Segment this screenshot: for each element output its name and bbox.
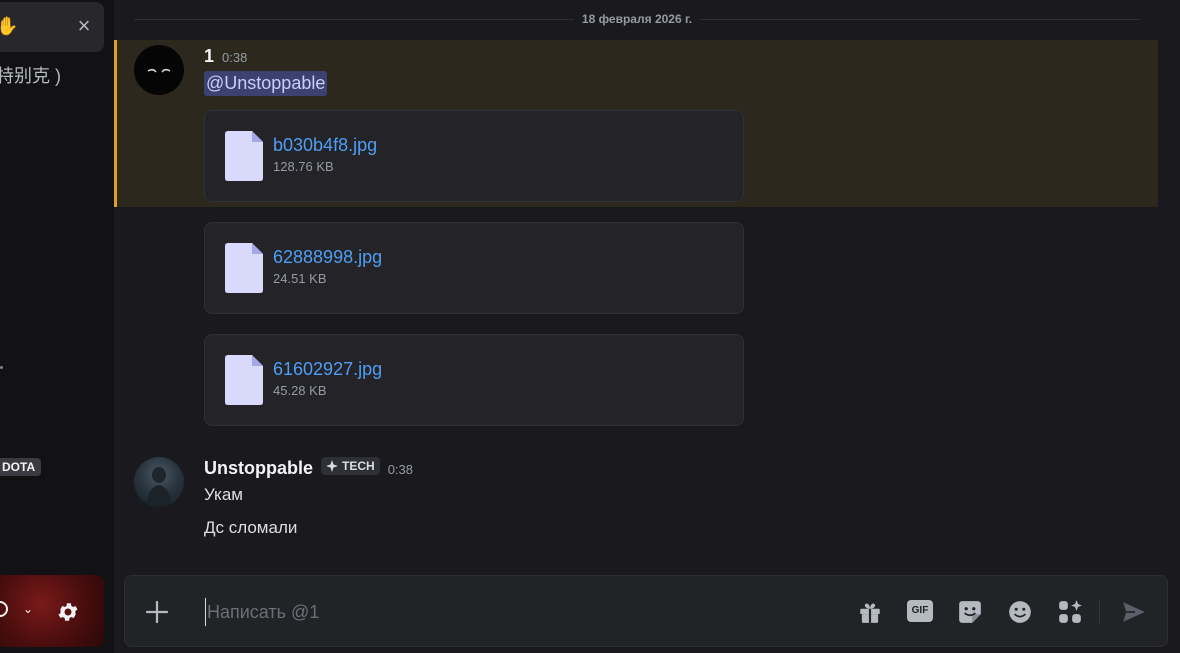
date-divider: 18 февраля 2026 г.: [134, 10, 1141, 28]
apps-icon[interactable]: [1057, 599, 1083, 625]
message-text: Укам: [204, 485, 243, 504]
file-link[interactable]: 62888998.jpg: [273, 247, 382, 268]
chat-area: 18 февраля 2026 г. 1 0:38 @Unstoppable b…: [114, 0, 1180, 653]
message-composer: GIF: [124, 575, 1168, 647]
message-timestamp: 0:38: [222, 50, 248, 65]
message-header: 1 0:38: [204, 46, 247, 67]
message-header: Unstoppable TECH 0:38: [204, 457, 413, 479]
file-icon: [225, 131, 263, 181]
headset-icon[interactable]: [0, 601, 8, 617]
tech-tag-icon: [326, 460, 339, 472]
file-icon: [225, 243, 263, 293]
sidebar: ✋ × 特别克 ) DOTA ⌄: [0, 0, 114, 653]
author-name[interactable]: Unstoppable: [204, 458, 313, 479]
user-panel: ⌄: [0, 575, 104, 647]
file-size: 24.51 KB: [273, 271, 327, 286]
close-dm-icon[interactable]: ×: [74, 15, 94, 37]
server-tag-badge: DOTA: [0, 458, 42, 476]
dm-list-item-name[interactable]: 特别克 ): [0, 62, 61, 88]
avatar[interactable]: [134, 45, 184, 95]
file-link[interactable]: b030b4f8.jpg: [273, 135, 377, 156]
settings-gear-icon[interactable]: [56, 600, 80, 624]
message-text: Дс сломали: [204, 518, 298, 537]
toolbar-divider: [1099, 600, 1100, 624]
gift-icon[interactable]: [857, 599, 883, 625]
add-attachment-plus-icon[interactable]: [145, 600, 169, 624]
file-size: 128.76 KB: [273, 159, 334, 174]
date-divider-label: 18 февраля 2026 г.: [581, 12, 693, 26]
dm-list-item-active[interactable]: ✋ ×: [0, 2, 104, 52]
guild-tag-badge[interactable]: TECH: [321, 457, 380, 475]
file-icon: [225, 355, 263, 405]
send-icon[interactable]: [1121, 599, 1147, 625]
message-timestamp: 0:38: [387, 462, 413, 477]
file-attachment: b030b4f8.jpg 128.76 KB: [204, 110, 744, 202]
user-mention[interactable]: @Unstoppable: [204, 71, 328, 96]
avatar[interactable]: [134, 457, 184, 507]
chevron-down-icon[interactable]: ⌄: [20, 601, 36, 617]
author-name[interactable]: 1: [204, 46, 214, 67]
file-link[interactable]: 61602927.jpg: [273, 359, 382, 380]
file-attachment: 61602927.jpg 45.28 KB: [204, 334, 744, 426]
file-size: 45.28 KB: [273, 383, 327, 398]
gif-picker-button[interactable]: GIF: [907, 600, 933, 622]
sticker-icon[interactable]: [957, 599, 983, 625]
dm-avatar-glyph: ✋: [0, 16, 19, 36]
guild-tag-label: TECH: [342, 459, 375, 473]
file-attachment: 62888998.jpg 24.51 KB: [204, 222, 744, 314]
message-input[interactable]: [205, 598, 825, 626]
status-dot: [0, 366, 3, 369]
emoji-icon[interactable]: [1007, 599, 1033, 625]
